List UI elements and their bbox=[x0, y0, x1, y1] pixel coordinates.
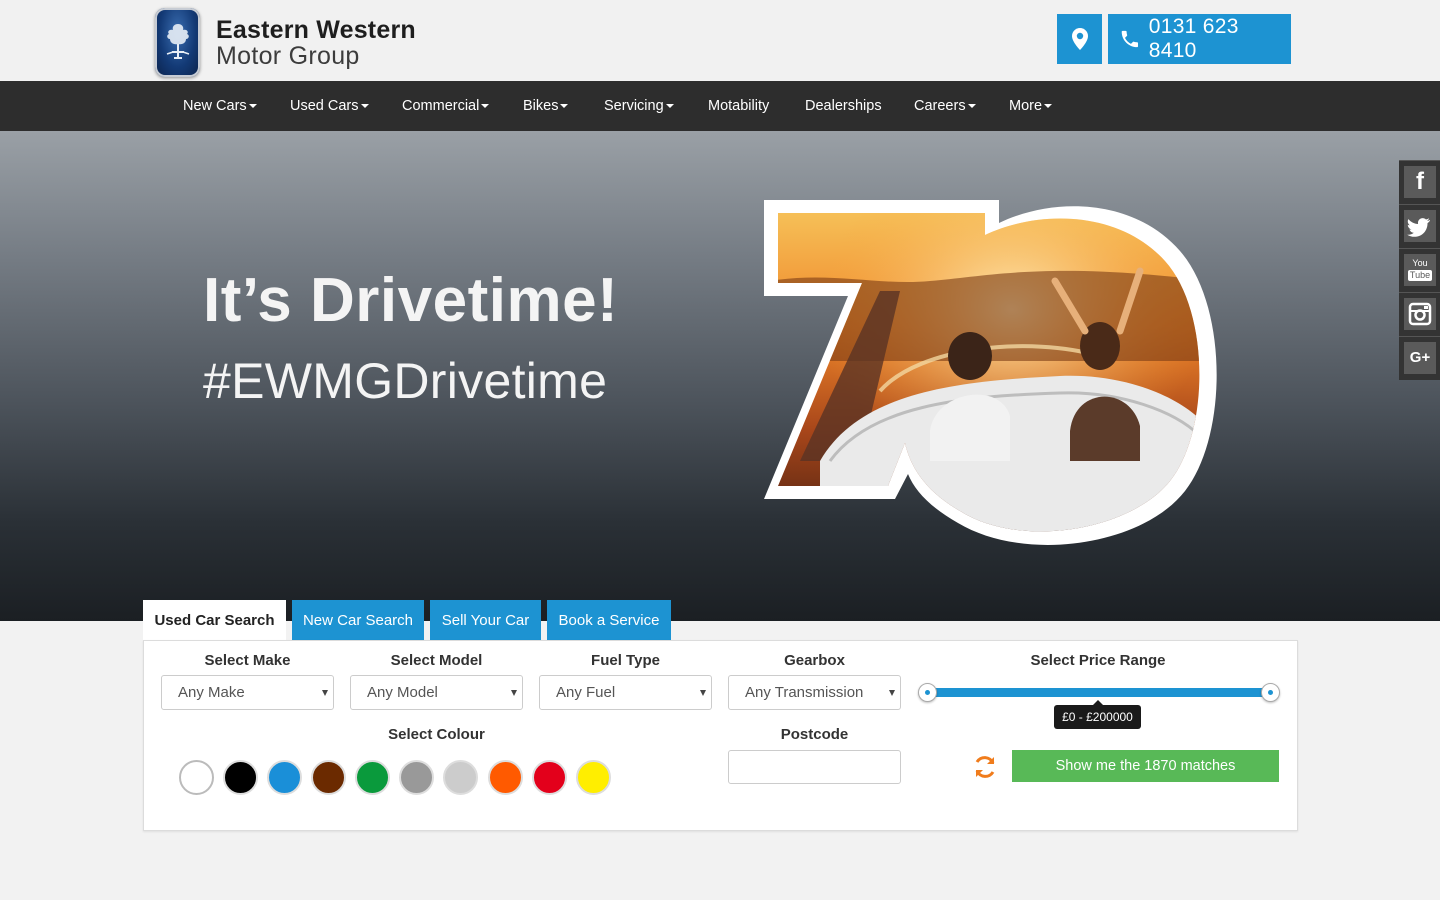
select-arrow-icon bbox=[511, 690, 517, 696]
nav-more[interactable]: More bbox=[1009, 81, 1053, 131]
nav-commercial[interactable]: Commercial bbox=[402, 81, 490, 131]
dealer-location-button[interactable] bbox=[1057, 14, 1102, 64]
colour-swatch[interactable] bbox=[532, 760, 567, 795]
colour-swatch[interactable] bbox=[399, 760, 434, 795]
twitter-link[interactable] bbox=[1399, 204, 1440, 248]
show-matches-button[interactable]: Show me the 1870 matches bbox=[1012, 750, 1279, 782]
youtube-link[interactable]: You Tube bbox=[1399, 248, 1440, 292]
tab-used-car-search[interactable]: Used Car Search bbox=[143, 600, 286, 641]
hero-hashtag: #EWMGDrivetime bbox=[203, 353, 608, 409]
google-plus-link[interactable]: G+ bbox=[1399, 336, 1440, 380]
gearbox-select-value: Any Transmission bbox=[745, 684, 864, 701]
nav-new-cars[interactable]: New Cars bbox=[183, 81, 257, 131]
google-plus-icon: G+ bbox=[1404, 342, 1436, 374]
main-nav: New Cars Used Cars Commercial Bikes Serv… bbox=[0, 81, 1440, 131]
fuel-select-value: Any Fuel bbox=[556, 684, 616, 701]
model-select[interactable]: Any Model bbox=[350, 675, 523, 710]
reset-search-button[interactable] bbox=[972, 754, 998, 785]
tab-book-a-service[interactable]: Book a Service bbox=[547, 600, 671, 641]
logo-title[interactable]: Eastern Western bbox=[216, 16, 416, 45]
price-range-tooltip: £0 - £200000 bbox=[1054, 700, 1141, 729]
nav-careers[interactable]: Careers bbox=[914, 81, 976, 131]
colour-swatch[interactable] bbox=[576, 760, 611, 795]
model-select-value: Any Model bbox=[367, 684, 438, 701]
nav-servicing[interactable]: Servicing bbox=[604, 81, 674, 131]
twitter-icon bbox=[1404, 210, 1436, 242]
gearbox-label: Gearbox bbox=[784, 652, 845, 669]
youtube-text-tube: Tube bbox=[1408, 270, 1432, 281]
nav-motability[interactable]: Motability bbox=[708, 81, 769, 131]
phone-icon bbox=[1121, 30, 1139, 48]
price-max-handle[interactable] bbox=[1261, 683, 1280, 702]
refresh-icon bbox=[975, 756, 995, 778]
caret-down-icon bbox=[481, 104, 490, 109]
fuel-select[interactable]: Any Fuel bbox=[539, 675, 712, 710]
colour-swatch[interactable] bbox=[179, 760, 214, 795]
phone-button[interactable]: 0131 623 8410 bbox=[1108, 14, 1291, 64]
caret-down-icon bbox=[665, 104, 674, 109]
youtube-text-you: You bbox=[1412, 258, 1428, 268]
instagram-icon bbox=[1404, 298, 1436, 330]
logo-badge[interactable] bbox=[155, 8, 200, 77]
phone-number: 0131 623 8410 bbox=[1148, 15, 1239, 62]
select-arrow-icon bbox=[322, 690, 328, 696]
postcode-label: Postcode bbox=[780, 726, 849, 743]
gearbox-select[interactable]: Any Transmission bbox=[728, 675, 901, 710]
instagram-link[interactable] bbox=[1399, 292, 1440, 336]
model-label: Select Model bbox=[390, 652, 483, 669]
price-slider-track[interactable] bbox=[927, 688, 1271, 697]
facebook-link[interactable]: f bbox=[1399, 160, 1440, 204]
make-select-value: Any Make bbox=[178, 684, 245, 701]
nav-used-cars[interactable]: Used Cars bbox=[290, 81, 369, 131]
colour-swatch[interactable] bbox=[223, 760, 258, 795]
caret-down-icon bbox=[967, 104, 976, 109]
facebook-icon: f bbox=[1404, 166, 1436, 198]
nav-bikes[interactable]: Bikes bbox=[523, 81, 569, 131]
colour-swatch[interactable] bbox=[443, 760, 478, 795]
caret-down-icon bbox=[1044, 104, 1053, 109]
youtube-icon: You Tube bbox=[1404, 254, 1436, 286]
caret-down-icon bbox=[360, 104, 369, 109]
tab-new-car-search[interactable]: New Car Search bbox=[292, 600, 424, 641]
caret-down-icon bbox=[560, 104, 569, 109]
make-select[interactable]: Any Make bbox=[161, 675, 334, 710]
tab-sell-your-car[interactable]: Sell Your Car bbox=[430, 600, 541, 641]
hero-banner[interactable]: It’s Drivetime! #EWMGDrivetime bbox=[0, 131, 1440, 621]
colour-swatch[interactable] bbox=[488, 760, 523, 795]
postcode-input[interactable] bbox=[728, 750, 901, 784]
price-range-label: Select Price Range bbox=[1030, 652, 1166, 669]
make-label: Select Make bbox=[204, 652, 291, 669]
colour-label: Select Colour bbox=[388, 726, 485, 743]
price-min-handle[interactable] bbox=[918, 683, 937, 702]
caret-down-icon bbox=[248, 104, 257, 109]
nav-dealerships[interactable]: Dealerships bbox=[805, 81, 882, 131]
map-marker-icon bbox=[1071, 28, 1088, 50]
select-arrow-icon bbox=[700, 690, 706, 696]
colour-swatch[interactable] bbox=[267, 760, 302, 795]
bird-crest-icon bbox=[166, 24, 190, 59]
hero-title: It’s Drivetime! bbox=[203, 266, 619, 335]
fuel-label: Fuel Type bbox=[591, 652, 660, 669]
select-arrow-icon bbox=[889, 690, 895, 696]
colour-swatch[interactable] bbox=[355, 760, 390, 795]
logo-subtitle[interactable]: Motor Group bbox=[216, 42, 360, 71]
site-header: Eastern Western Motor Group 0131 623 841… bbox=[0, 0, 1440, 81]
colour-swatch[interactable] bbox=[311, 760, 346, 795]
